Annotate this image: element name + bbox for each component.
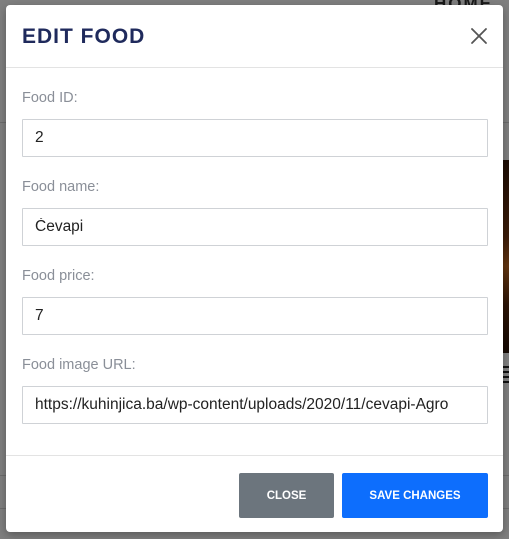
food-id-input[interactable] [22,119,488,157]
food-price-label: Food price: [22,268,95,284]
food-name-input[interactable] [22,208,488,246]
close-icon[interactable] [468,25,490,47]
modal-title: EDIT FOOD [22,25,146,48]
food-image-url-input[interactable] [22,386,488,424]
food-price-input[interactable] [22,297,488,335]
food-image-url-label: Food image URL: [22,357,136,373]
save-changes-button[interactable]: SAVE CHANGES [342,473,488,518]
close-button[interactable]: CLOSE [239,473,334,518]
edit-food-modal: EDIT FOOD Food ID: Food name: Food price… [6,5,503,532]
modal-footer: CLOSE SAVE CHANGES [6,455,503,532]
food-id-label: Food ID: [22,90,78,106]
modal-header: EDIT FOOD [6,5,503,68]
food-name-label: Food name: [22,179,100,195]
